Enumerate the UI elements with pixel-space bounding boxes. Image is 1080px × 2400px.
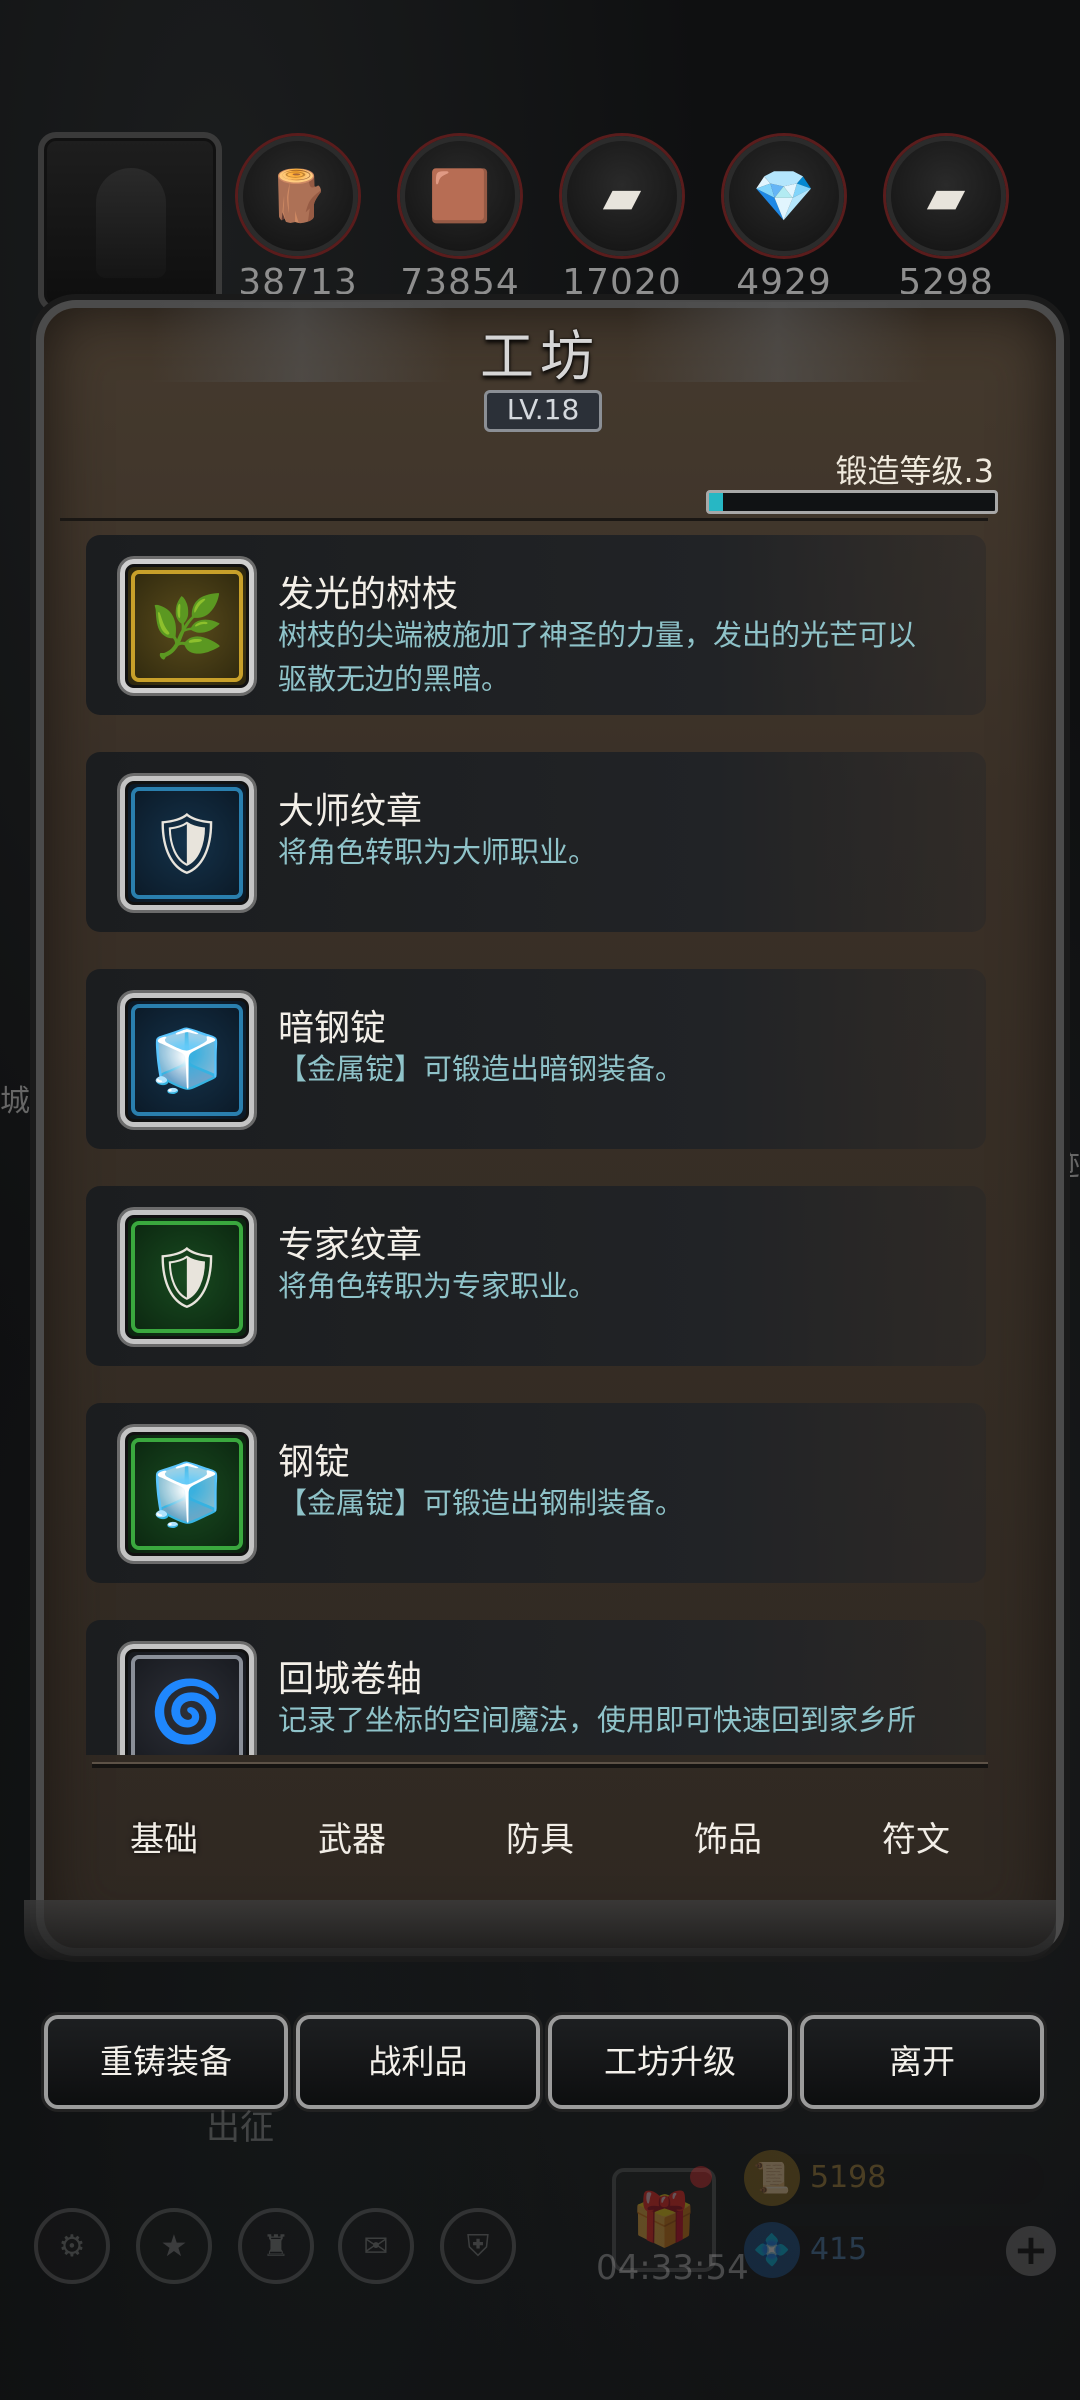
resource-steel: ▰ 5298 — [886, 136, 1006, 303]
notification-dot — [690, 2166, 712, 2188]
loot-button[interactable]: 战利品 — [296, 2015, 540, 2109]
resource-iron: ▰ 17020 — [562, 136, 682, 303]
castle-icon: ♜ — [238, 2208, 314, 2284]
item-name: 专家纹章 — [278, 1225, 423, 1266]
leave-button[interactable]: 离开 — [800, 2015, 1044, 2109]
list-item[interactable]: 🧊 钢锭 【金属锭】可锻造出钢制装备。 — [86, 1403, 986, 1583]
shield-icon: ⛨ — [440, 2208, 516, 2284]
item-description: 【金属锭】可锻造出钢制装备。 — [278, 1486, 685, 1520]
list-item[interactable]: 🛡 大师纹章 将角色转职为大师职业。 — [86, 752, 986, 932]
gem-counter: 💠 415 — [744, 2222, 1044, 2278]
glowing-branch-icon: 🌿 — [120, 559, 254, 693]
tab-weapons[interactable]: 武器 — [258, 1800, 446, 1880]
reforge-button[interactable]: 重铸装备 — [44, 2015, 288, 2109]
forge-progress-fill — [709, 493, 724, 511]
item-description: 将角色转职为专家职业。 — [278, 1269, 598, 1303]
workshop-level-badge: LV.18 — [484, 390, 602, 432]
item-name: 钢锭 — [278, 1442, 351, 1483]
resource-value: 4929 — [736, 262, 832, 303]
tab-runes[interactable]: 符文 — [822, 1800, 1010, 1880]
gem-icon: 💠 — [744, 2222, 800, 2278]
recipe-list[interactable]: 🌿 发光的树枝 树枝的尖端被施加了神圣的力量，发出的光芒可以驱散无边的黑暗。 🛡… — [86, 535, 986, 1755]
gear-icon: ⚙ — [34, 2208, 110, 2284]
hooded-figure-icon — [96, 168, 166, 278]
gold-value: 5198 — [810, 2160, 887, 2195]
item-description: 树枝的尖端被施加了神圣的力量，发出的光芒可以驱散无边的黑暗。 — [278, 618, 917, 696]
hero-portrait[interactable] — [38, 132, 222, 312]
resource-wood: 🪵 38713 — [238, 136, 358, 303]
return-scroll-icon: 🌀 — [120, 1644, 254, 1755]
gold-scroll-icon: 📜 — [744, 2150, 800, 2206]
crystal-icon: 💎 — [724, 136, 844, 256]
item-description: 记录了坐标的空间魔法，使用即可快速回到家乡所 — [278, 1703, 917, 1737]
item-description: 将角色转职为大师职业。 — [278, 835, 598, 869]
item-description: 【金属锭】可锻造出暗钢装备。 — [278, 1052, 685, 1086]
gem-value: 415 — [810, 2232, 868, 2267]
category-tabs: 基础 武器 防具 饰品 符文 — [70, 1800, 1010, 1880]
resource-plank: 🟫 73854 — [400, 136, 520, 303]
resource-crystal: 💎 4929 — [724, 136, 844, 303]
tabs-separator — [92, 1762, 988, 1768]
list-item[interactable]: 🧊 暗钢锭 【金属锭】可锻造出暗钢装备。 — [86, 969, 986, 1149]
panel-bottom-frame — [24, 1900, 1056, 1960]
item-name: 发光的树枝 — [278, 574, 459, 615]
master-emblem-icon: 🛡 — [120, 776, 254, 910]
gift-timer: 04:33:54 — [596, 2248, 749, 2288]
iron-ingot-icon: ▰ — [562, 136, 682, 256]
steel-ingot-icon: ▰ — [886, 136, 1006, 256]
forge-level-label: 锻造等级.3 — [835, 452, 994, 490]
mail-icon: ✉ — [338, 2208, 414, 2284]
list-item[interactable]: 🛡 专家纹章 将角色转职为专家职业。 — [86, 1186, 986, 1366]
item-name: 回城卷轴 — [278, 1659, 423, 1700]
upgrade-workshop-button[interactable]: 工坊升级 — [548, 2015, 792, 2109]
expedition-label: 出征 — [206, 2108, 274, 2148]
divider — [60, 518, 988, 521]
resource-value: 38713 — [238, 262, 358, 303]
list-item[interactable]: 🌿 发光的树枝 树枝的尖端被施加了神圣的力量，发出的光芒可以驱散无边的黑暗。 — [86, 535, 986, 715]
add-currency-button[interactable]: + — [1006, 2226, 1056, 2276]
tab-armor[interactable]: 防具 — [446, 1800, 634, 1880]
tab-accessories[interactable]: 饰品 — [634, 1800, 822, 1880]
star-icon: ★ — [136, 2208, 212, 2284]
panel-title: 工坊 — [480, 325, 600, 388]
item-name: 暗钢锭 — [278, 1008, 387, 1049]
list-item[interactable]: 🌀 回城卷轴 记录了坐标的空间魔法，使用即可快速回到家乡所 — [86, 1620, 986, 1755]
resource-value: 5298 — [898, 262, 994, 303]
item-name: 大师纹章 — [278, 791, 423, 832]
expert-emblem-icon: 🛡 — [120, 1210, 254, 1344]
wood-log-icon: 🪵 — [238, 136, 358, 256]
dark-steel-ingot-icon: 🧊 — [120, 993, 254, 1127]
plank-icon: 🟫 — [400, 136, 520, 256]
forge-progress-bar — [706, 490, 998, 514]
steel-ingot-icon: 🧊 — [120, 1427, 254, 1561]
gold-counter: 📜 5198 — [744, 2150, 1044, 2206]
tab-basic[interactable]: 基础 — [70, 1800, 258, 1880]
